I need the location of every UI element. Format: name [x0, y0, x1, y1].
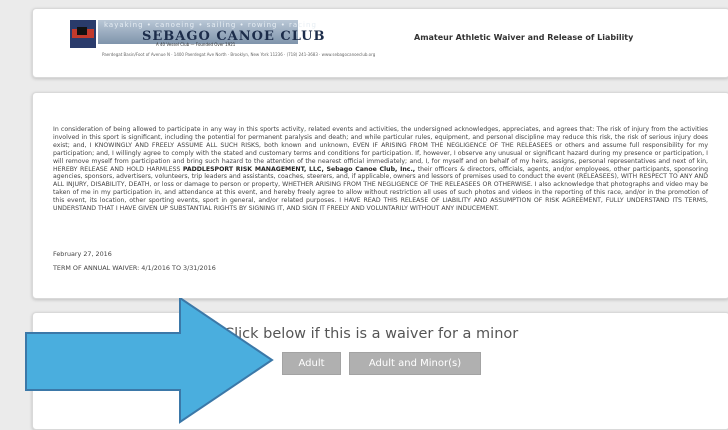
adult-and-minor-button[interactable]: Adult and Minor(s): [349, 352, 481, 375]
logo-subline: A 40 Vessel Club — Founded Over 1921: [156, 42, 236, 47]
waiver-text: In consideration of being allowed to par…: [53, 126, 708, 213]
waiver-releasee-names: PADDLESPORT RISK MANAGEMENT, LLC, Sebago…: [182, 165, 416, 173]
waiver-date: February 27, 2016: [53, 250, 112, 258]
flag-icon: [70, 20, 96, 48]
waiver-text-part2: their officers & directors, officials, a…: [53, 165, 708, 213]
logo-tagline: kayaking • canoeing • sailing • rowing •…: [104, 21, 317, 29]
club-logo: kayaking • canoeing • sailing • rowing •…: [70, 20, 325, 56]
pointer-arrow-icon: [25, 298, 274, 424]
adult-button[interactable]: Adult: [282, 352, 341, 375]
waiver-term: TERM OF ANNUAL WAIVER: 4/1/2016 TO 3/31/…: [53, 264, 216, 272]
page-title: Amateur Athletic Waiver and Release of L…: [414, 33, 634, 42]
club-address: Paerdegat Basin/Foot of Avenue N · 1400 …: [102, 52, 376, 57]
